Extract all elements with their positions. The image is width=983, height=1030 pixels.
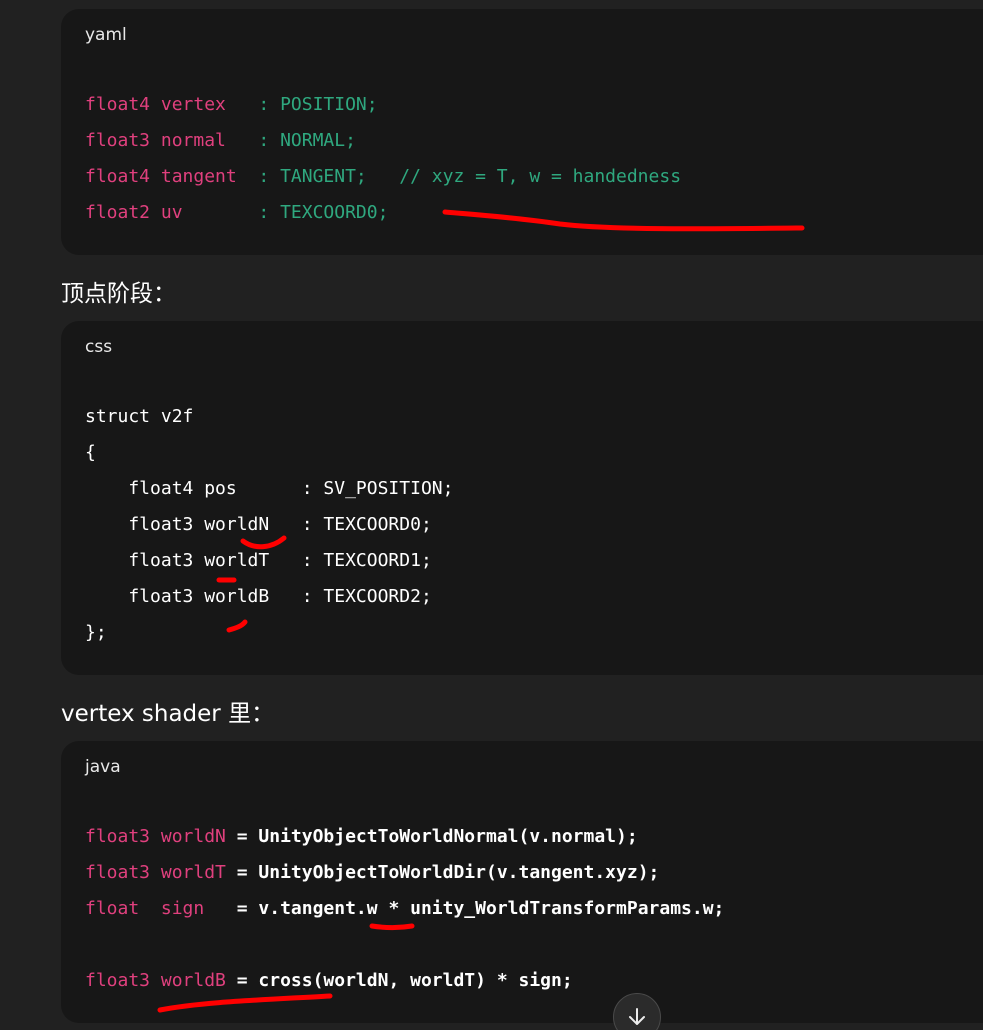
- code-line: float3 worldT = UnityObjectToWorldDir(v.…: [85, 855, 724, 891]
- code-token: float4 vertex: [85, 94, 259, 115]
- code-token: struct v2f: [85, 406, 194, 427]
- code-body: struct v2f { float4 pos : SV_POSITION; fl…: [85, 399, 453, 651]
- code-line: float3 worldB : TEXCOORD2;: [85, 579, 453, 615]
- code-token: = v.tangent.w * unity_WorldTransformPara…: [204, 898, 725, 919]
- code-body: float3 worldN = UnityObjectToWorldNormal…: [85, 819, 724, 999]
- code-token: float4 tangent: [85, 166, 259, 187]
- code-token: float3 worldB : TEXCOORD2;: [85, 586, 432, 607]
- code-body: float4 vertex : POSITION; float3 normal :…: [85, 87, 681, 231]
- code-block-java: java float3 worldN = UnityObjectToWorldN…: [61, 741, 983, 1023]
- code-token: float3 worldT: [85, 862, 226, 883]
- code-language-label: java: [85, 757, 121, 777]
- code-line: float4 tangent : TANGENT; // xyz = T, w …: [85, 159, 681, 195]
- heading-vertex-stage: 顶点阶段：: [61, 281, 176, 307]
- code-line: };: [85, 615, 453, 651]
- code-block-yaml: yaml float4 vertex : POSITION; float3 nor…: [61, 9, 983, 255]
- code-line: float4 vertex : POSITION;: [85, 87, 681, 123]
- code-token: };: [85, 622, 107, 643]
- code-token: = UnityObjectToWorldDir(v.tangent.xyz);: [225, 862, 660, 883]
- code-line: float3 worldN = UnityObjectToWorldNormal…: [85, 819, 724, 855]
- code-token: : TANGENT; // xyz = T, w = handedness: [258, 166, 682, 187]
- code-token: : TEXCOORD0;: [258, 202, 389, 223]
- code-token: float3 worldN: [85, 826, 226, 847]
- heading-vertex-shader: vertex shader 里：: [61, 701, 275, 727]
- code-line: float4 pos : SV_POSITION;: [85, 471, 453, 507]
- code-language-label: css: [85, 337, 113, 357]
- code-token: = UnityObjectToWorldNormal(v.normal);: [225, 826, 638, 847]
- code-token: {: [85, 442, 96, 463]
- code-token: float sign: [85, 898, 205, 919]
- code-line: struct v2f: [85, 399, 453, 435]
- code-token: float3 worldT : TEXCOORD1;: [85, 550, 432, 571]
- code-block-css: css struct v2f { float4 pos : SV_POSITION…: [61, 321, 983, 675]
- code-line: {: [85, 435, 453, 471]
- code-line: float2 uv : TEXCOORD0;: [85, 195, 681, 231]
- code-line: float3 worldT : TEXCOORD1;: [85, 543, 453, 579]
- code-token: float2 uv: [85, 202, 259, 223]
- code-line: float3 normal : NORMAL;: [85, 123, 681, 159]
- code-token: : POSITION;: [258, 94, 378, 115]
- code-token: : NORMAL;: [258, 130, 356, 151]
- code-token: float3 worldN : TEXCOORD0;: [85, 514, 432, 535]
- code-line: float3 worldN : TEXCOORD0;: [85, 507, 453, 543]
- code-language-label: yaml: [85, 25, 127, 45]
- code-token: float4 pos : SV_POSITION;: [85, 478, 454, 499]
- arrow-down-icon: [629, 1008, 645, 1025]
- code-token: = cross(worldN, worldT) * sign;: [225, 970, 573, 991]
- code-token: float3 worldB: [85, 970, 226, 991]
- code-line: float sign = v.tangent.w * unity_WorldTr…: [85, 891, 724, 927]
- code-token: float3 normal: [85, 130, 259, 151]
